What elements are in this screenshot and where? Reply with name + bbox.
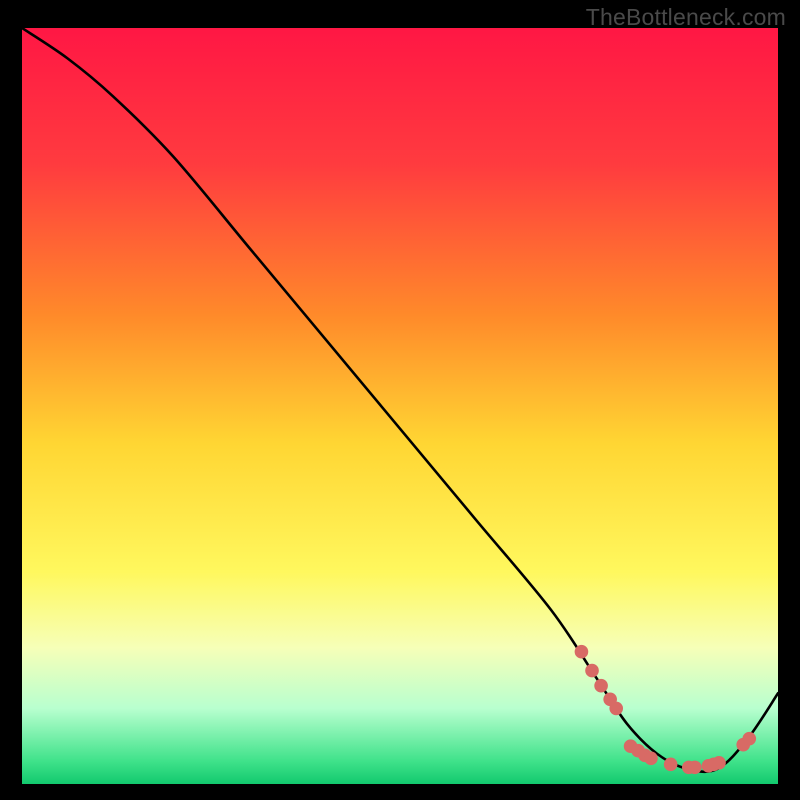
highlight-dot xyxy=(688,761,702,775)
highlight-dot xyxy=(609,702,623,716)
highlight-dot xyxy=(742,732,756,746)
highlight-dot xyxy=(575,645,589,659)
highlight-dot xyxy=(594,679,608,693)
highlight-dot xyxy=(644,751,658,765)
highlight-dot xyxy=(664,758,678,772)
chart-frame: TheBottleneck.com xyxy=(0,0,800,800)
highlight-dot xyxy=(712,756,726,770)
watermark-text: TheBottleneck.com xyxy=(586,4,786,31)
bottleneck-chart xyxy=(22,28,778,784)
plot-area xyxy=(22,28,778,784)
gradient-background xyxy=(22,28,778,784)
highlight-dot xyxy=(585,664,599,678)
